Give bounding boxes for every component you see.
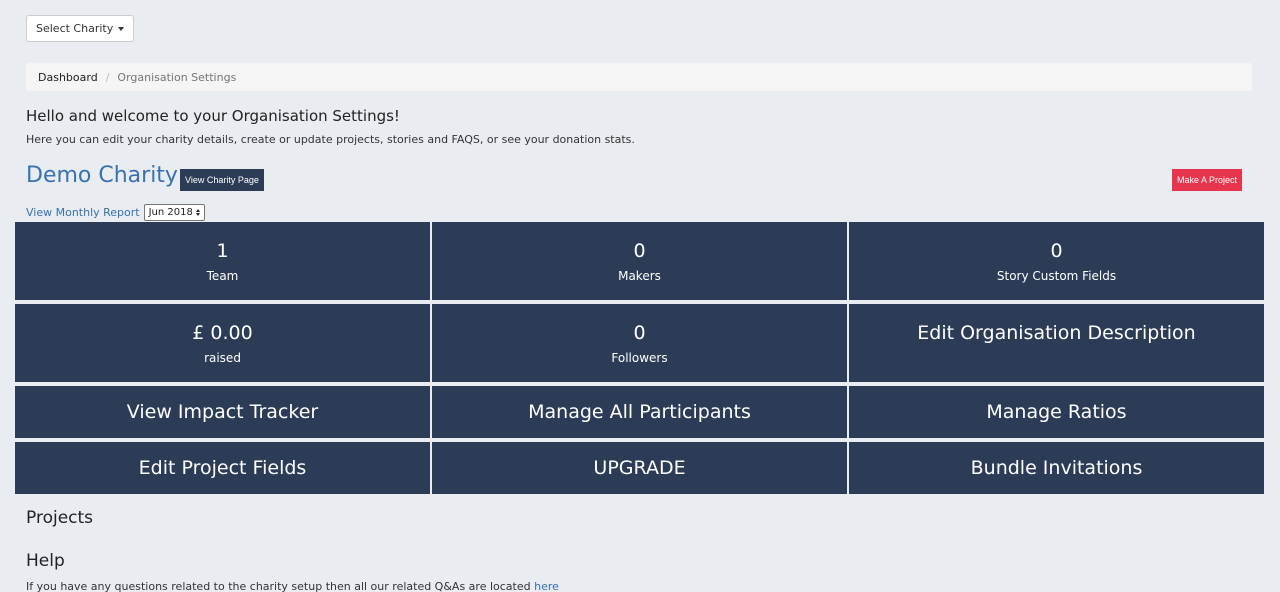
charity-name: Demo Charity (26, 163, 178, 188)
month-select[interactable]: Jun 2018 (143, 204, 205, 221)
breadcrumb-separator: / (105, 70, 110, 84)
monthly-report-row: View Monthly Report Jun 2018 (26, 204, 205, 221)
select-charity-label: Select Charity (36, 22, 114, 35)
welcome-text: Here you can edit your charity details, … (26, 133, 635, 146)
makers-label: Makers (618, 269, 661, 283)
breadcrumb: Dashboard / Organisation Settings (26, 63, 1252, 91)
breadcrumb-current: Organisation Settings (117, 70, 237, 84)
followers-label: Followers (611, 351, 668, 365)
team-count: 1 (216, 240, 229, 262)
makers-count: 0 (633, 240, 646, 262)
help-text-body: If you have any questions related to the… (26, 580, 531, 592)
followers-count: 0 (633, 322, 646, 344)
story-custom-fields-label: Story Custom Fields (996, 269, 1117, 283)
raised-amount: £ 0.00 (192, 322, 253, 344)
bundle-invitations-tile[interactable]: Bundle Invitations (849, 442, 1264, 494)
help-text: If you have any questions related to the… (26, 580, 559, 592)
manage-ratios-tile[interactable]: Manage Ratios (849, 386, 1264, 438)
bundle-invitations-label: Bundle Invitations (970, 457, 1143, 479)
tile-row: £ 0.00 raised 0 Followers Edit Organisat… (15, 304, 1264, 382)
view-monthly-report-link[interactable]: View Monthly Report (26, 206, 140, 219)
month-select-value: Jun 2018 (148, 207, 193, 218)
manage-all-participants-label: Manage All Participants (528, 401, 751, 423)
team-tile[interactable]: 1 Team (15, 222, 430, 300)
caret-down-icon (118, 26, 125, 31)
followers-tile[interactable]: 0 Followers (432, 304, 847, 382)
story-custom-fields-tile[interactable]: 0 Story Custom Fields (849, 222, 1264, 300)
makers-tile[interactable]: 0 Makers (432, 222, 847, 300)
raised-label: raised (204, 351, 241, 365)
breadcrumb-dashboard-link[interactable]: Dashboard (38, 71, 98, 84)
dashboard-tiles: 1 Team 0 Makers 0 Story Custom Fields £ … (15, 222, 1264, 498)
upgrade-tile[interactable]: UPGRADE (432, 442, 847, 494)
help-here-link[interactable]: here (534, 580, 559, 592)
team-label: Team (206, 269, 239, 283)
edit-organisation-description-tile[interactable]: Edit Organisation Description (849, 304, 1264, 382)
projects-heading: Projects (26, 508, 94, 528)
edit-project-fields-tile[interactable]: Edit Project Fields (15, 442, 430, 494)
upgrade-label: UPGRADE (593, 457, 686, 479)
view-charity-page-button[interactable]: View Charity Page (180, 169, 264, 191)
tile-row: View Impact Tracker Manage All Participa… (15, 386, 1264, 438)
welcome-title: Hello and welcome to your Organisation S… (26, 107, 400, 125)
view-impact-tracker-label: View Impact Tracker (126, 401, 319, 423)
help-heading: Help (26, 551, 65, 571)
raised-tile[interactable]: £ 0.00 raised (15, 304, 430, 382)
story-custom-fields-count: 0 (1050, 240, 1063, 262)
manage-ratios-label: Manage Ratios (986, 401, 1127, 423)
tile-row: 1 Team 0 Makers 0 Story Custom Fields (15, 222, 1264, 300)
manage-all-participants-tile[interactable]: Manage All Participants (432, 386, 847, 438)
make-project-button[interactable]: Make A Project (1172, 169, 1243, 191)
select-charity-dropdown[interactable]: Select Charity (26, 15, 135, 42)
edit-organisation-description-label: Edit Organisation Description (917, 322, 1196, 344)
select-arrows-icon (195, 209, 200, 216)
edit-project-fields-label: Edit Project Fields (138, 457, 307, 479)
view-impact-tracker-tile[interactable]: View Impact Tracker (15, 386, 430, 438)
tile-row: Edit Project Fields UPGRADE Bundle Invit… (15, 442, 1264, 494)
page: Select Charity Dashboard / Organisation … (0, 0, 1280, 592)
